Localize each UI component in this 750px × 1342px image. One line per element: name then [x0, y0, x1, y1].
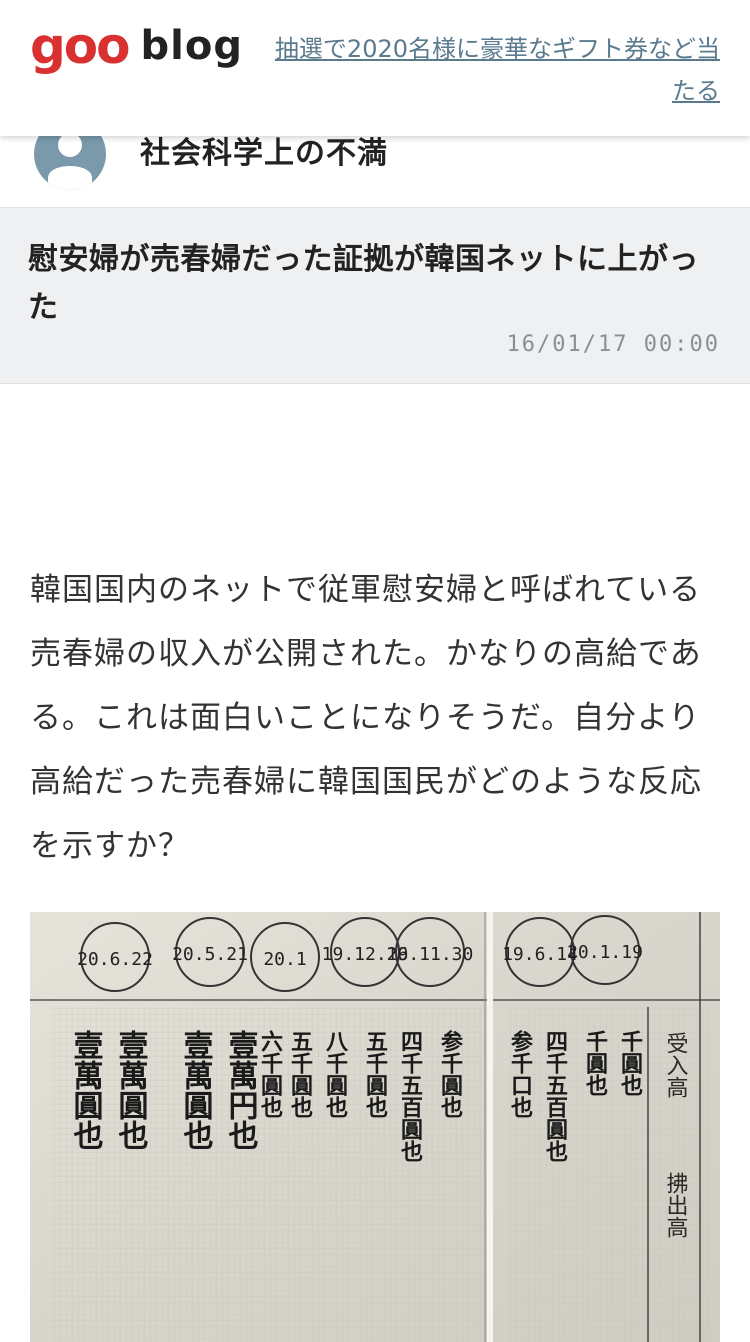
ledger-amount: 五千圓也 — [362, 1030, 388, 1118]
goo-blog-logo[interactable]: goo blog — [30, 18, 243, 74]
ledger-amount: 壹萬円也 — [223, 1030, 259, 1150]
ledger-amount: 六千圓也 — [257, 1030, 283, 1118]
post-body-text: 韓国国内のネットで従軍慰安婦と呼ばれている売春婦の収入が公開された。かなりの高給… — [30, 572, 702, 864]
blog-name[interactable]: 社会科学上の不満 — [140, 136, 388, 172]
postmark-date: 20.6.22 — [77, 949, 153, 970]
ledger-amount: 千圓也 — [582, 1030, 608, 1096]
postmark-date: 20.1.19 — [567, 942, 643, 963]
logo-goo: goo — [30, 17, 130, 75]
post-body: 韓国国内のネットで従軍慰安婦と呼ばれている売春婦の収入が公開された。かなりの高給… — [30, 558, 720, 878]
postmark-date: 20.1 — [263, 949, 306, 970]
promo-link[interactable]: 抽選で2020名様に豪華なギフト券など当たる — [260, 28, 720, 112]
post-title-panel: 慰安婦が売春婦だった証拠が韓国ネットに上がった 16/01/17 00:00 — [0, 208, 750, 384]
ledger-amount: 参千圓也 — [437, 1029, 463, 1118]
ledger-amount: 壹萬圓也 — [178, 1030, 214, 1150]
postmark-date: 20.5.21 — [172, 944, 248, 965]
ledger-side-label: 受入高 — [663, 1032, 689, 1098]
ledger-amount: 四千五百圓也 — [397, 1030, 423, 1162]
post-title: 慰安婦が売春婦だった証拠が韓国ネットに上がった — [28, 242, 699, 325]
ledger-amount: 壹萬圓也 — [113, 1030, 149, 1150]
logo-blog: blog — [140, 23, 243, 69]
site-header: goo blog 抽選で2020名様に豪華なギフト券など当たる — [0, 0, 750, 136]
postmark-date: 19.11.30 — [387, 944, 474, 965]
ledger-amount: 壹萬圓也 — [68, 1030, 104, 1150]
post-photo[interactable]: 20.6.22 20.5.21 20.1 19.12.26 19.11.30 19.6.1… — [30, 912, 720, 1342]
ledger-amount: 参千口也 — [507, 1029, 533, 1118]
post-date: 16/01/17 00:00 — [506, 332, 720, 357]
ledger-amount: 千圓也 — [617, 1030, 643, 1096]
ledger-amount: 五千圓也 — [287, 1030, 313, 1118]
blog-bar: 社会科学上の不満 — [0, 118, 750, 208]
ledger-side-label: 拂出高 — [663, 1172, 689, 1238]
ledger-amount: 八千圓也 — [322, 1030, 348, 1118]
ledger-amount: 四千五百圓也 — [542, 1030, 568, 1162]
